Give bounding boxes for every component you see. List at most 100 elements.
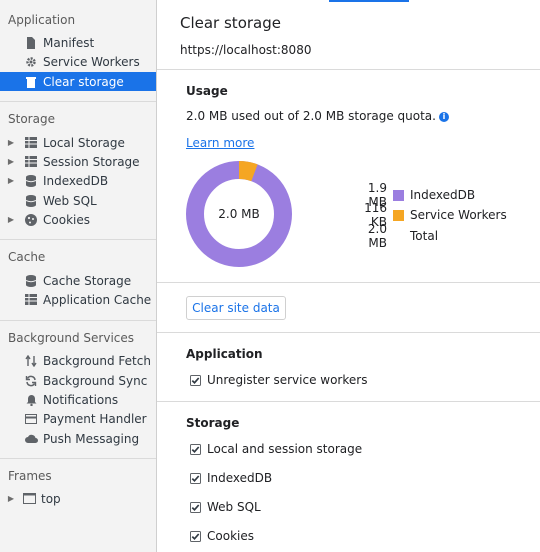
expand-arrow-icon[interactable]: ▶ (6, 494, 16, 503)
sidebar-item-label: IndexedDB (43, 173, 109, 188)
checkbox-checked-icon[interactable] (190, 443, 201, 455)
document-icon (24, 36, 38, 50)
usage-summary: 2.0 MB used out of 2.0 MB storage quota.… (186, 109, 449, 123)
grid-icon (24, 136, 38, 150)
legend-label: Total (410, 229, 439, 243)
sidebar-item-label: Service Workers (43, 54, 140, 69)
application-heading: Application (186, 347, 263, 361)
usage-summary-text: 2.0 MB used out of 2.0 MB storage quota. (186, 109, 436, 123)
legend-row-total: 2.0 MB Total (347, 222, 439, 250)
checkbox-unregister-service-workers[interactable]: Unregister service workers (190, 373, 367, 387)
checkbox-label: Local and session storage (207, 442, 363, 456)
card-icon (24, 412, 38, 426)
donut-total-label: 2.0 MB (218, 207, 260, 221)
clear-site-data-button[interactable]: Clear site data (186, 296, 286, 320)
sidebar-item-label: Session Storage (43, 154, 140, 169)
sidebar: Application Manifest Service Workers Cle… (0, 0, 157, 552)
sidebar-item-label: Background Fetch (43, 353, 151, 368)
divider (157, 69, 540, 70)
sidebar-item-label: Application Cache (43, 292, 152, 307)
legend-label: Service Workers (410, 208, 507, 222)
checkbox-label: IndexedDB (207, 471, 273, 485)
origin-url: https://localhost:8080 (180, 43, 312, 57)
divider (157, 332, 540, 333)
grid-icon (24, 293, 38, 307)
info-icon[interactable]: i (438, 112, 449, 122)
section-header-storage: Storage (8, 112, 55, 126)
sidebar-divider (0, 239, 156, 240)
sidebar-item-notifications[interactable]: Notifications (0, 390, 156, 409)
sidebar-item-web-sql[interactable]: Web SQL (0, 191, 156, 210)
database-icon (24, 174, 38, 188)
section-header-frames: Frames (8, 469, 52, 483)
sidebar-item-service-workers[interactable]: Service Workers (0, 52, 156, 71)
checkbox-cookies[interactable]: Cookies (190, 529, 254, 543)
section-header-cache: Cache (8, 250, 46, 264)
sidebar-item-label: Background Sync (43, 373, 148, 388)
sidebar-item-cookies[interactable]: ▶ Cookies (0, 210, 156, 229)
legend-swatch (393, 209, 404, 221)
expand-arrow-icon[interactable]: ▶ (6, 157, 16, 166)
usage-heading: Usage (186, 84, 228, 98)
divider (157, 282, 540, 283)
divider (157, 401, 540, 402)
sidebar-item-clear-storage[interactable]: Clear storage (0, 72, 156, 91)
checkbox-indexeddb[interactable]: IndexedDB (190, 471, 272, 485)
legend-row-service-workers: 116 KB Service Workers (347, 201, 507, 229)
checkbox-label: Cookies (207, 529, 254, 543)
database-icon (24, 194, 38, 208)
sidebar-item-cache-storage[interactable]: Cache Storage (0, 271, 156, 290)
sidebar-item-label: Manifest (43, 35, 95, 50)
sidebar-item-application-cache[interactable]: Application Cache (0, 290, 156, 309)
trash-icon (24, 75, 38, 89)
sidebar-item-background-sync[interactable]: Background Sync (0, 371, 156, 390)
sidebar-item-label: Notifications (43, 392, 119, 407)
sidebar-item-label: Cookies (43, 212, 90, 227)
expand-arrow-icon[interactable]: ▶ (6, 138, 16, 147)
expand-arrow-icon[interactable]: ▶ (6, 176, 16, 185)
checkbox-local-session-storage[interactable]: Local and session storage (190, 442, 362, 456)
checkbox-checked-icon[interactable] (190, 501, 201, 513)
sidebar-item-label: top (41, 491, 61, 506)
grid-icon (24, 155, 38, 169)
sidebar-divider (0, 320, 156, 321)
checkbox-checked-icon[interactable] (190, 472, 201, 484)
frame-icon (22, 492, 36, 506)
sidebar-item-push-messaging[interactable]: Push Messaging (0, 429, 156, 448)
sidebar-item-session-storage[interactable]: ▶ Session Storage (0, 152, 156, 171)
active-tab-indicator (329, 0, 409, 2)
cloud-icon (24, 432, 38, 446)
page-title: Clear storage (180, 14, 281, 32)
sidebar-item-label: Clear storage (43, 74, 124, 89)
expand-arrow-icon[interactable]: ▶ (6, 215, 16, 224)
sidebar-item-label: Payment Handler (43, 411, 147, 426)
sidebar-item-label: Cache Storage (43, 273, 132, 288)
sidebar-item-manifest[interactable]: Manifest (0, 33, 156, 52)
section-header-application: Application (8, 13, 76, 27)
sidebar-item-frame-top[interactable]: ▶ top (0, 489, 156, 508)
sidebar-divider (0, 458, 156, 459)
storage-heading: Storage (186, 416, 240, 430)
checkbox-checked-icon[interactable] (190, 530, 201, 542)
section-header-background-services: Background Services (8, 331, 135, 345)
sidebar-item-label: Push Messaging (43, 431, 140, 446)
legend-value: 2.0 MB (367, 222, 387, 250)
checkbox-checked-icon[interactable] (190, 374, 201, 386)
sidebar-item-label: Web SQL (43, 193, 97, 208)
cookie-icon (24, 213, 38, 227)
sidebar-item-background-fetch[interactable]: Background Fetch (0, 351, 156, 370)
sidebar-item-payment-handler[interactable]: Payment Handler (0, 409, 156, 428)
up-down-arrows-icon (24, 354, 38, 368)
sync-icon (24, 374, 38, 388)
learn-more-link[interactable]: Learn more (186, 136, 254, 150)
legend-swatch (393, 189, 404, 201)
checkbox-label: Web SQL (207, 500, 261, 514)
sidebar-item-indexeddb[interactable]: ▶ IndexedDB (0, 171, 156, 190)
clear-storage-panel: Clear storage https://localhost:8080 Usa… (157, 0, 540, 552)
sidebar-item-local-storage[interactable]: ▶ Local Storage (0, 133, 156, 152)
gear-icon (24, 55, 38, 69)
database-icon (24, 274, 38, 288)
legend-label: IndexedDB (410, 188, 476, 202)
bell-icon (24, 393, 38, 407)
checkbox-web-sql[interactable]: Web SQL (190, 500, 261, 514)
